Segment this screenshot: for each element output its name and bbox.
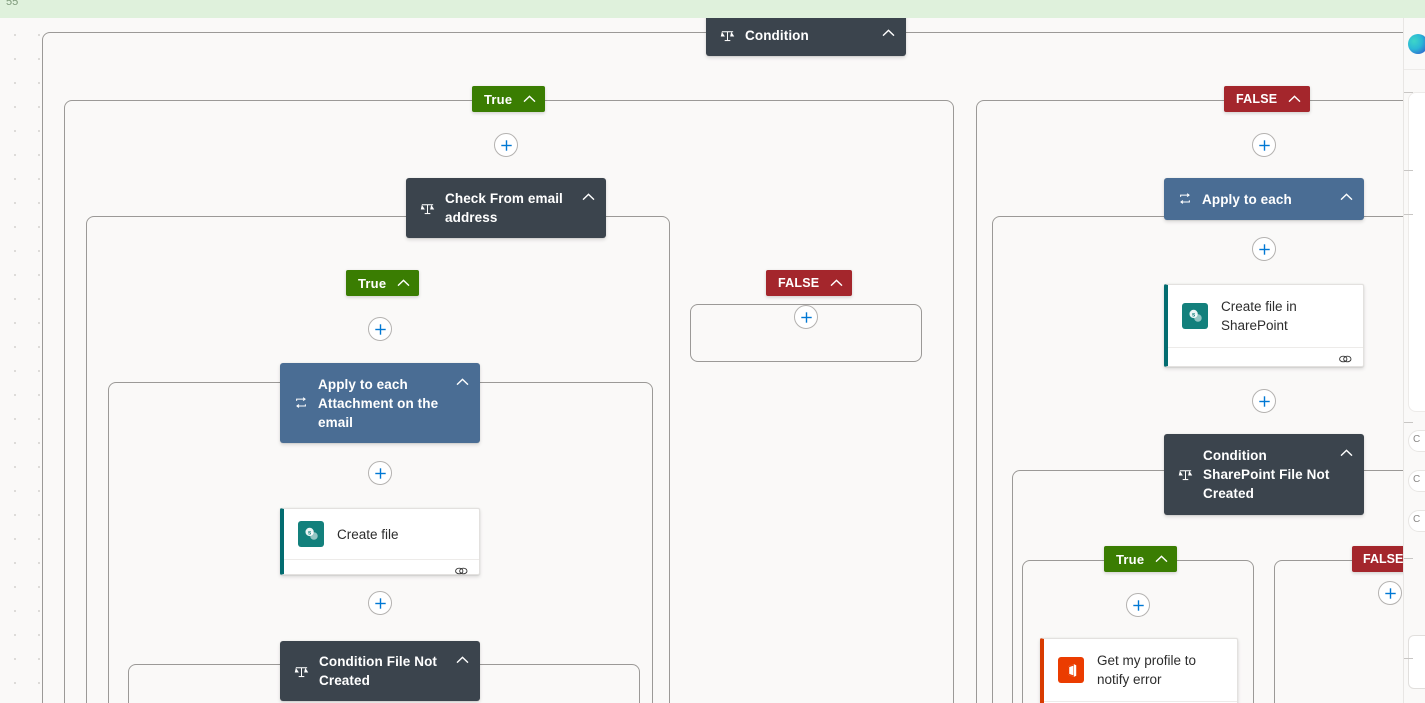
insert-step-button[interactable] bbox=[368, 317, 392, 341]
flow-canvas[interactable]: Condition True FALSE Check From email ad… bbox=[0, 18, 1403, 703]
side-panel-prompt-input[interactable] bbox=[1408, 635, 1425, 689]
panel-edge-tick bbox=[1404, 658, 1413, 660]
card-label: Create file in SharePoint bbox=[1221, 299, 1297, 333]
copilot-logo-icon bbox=[1408, 34, 1425, 54]
chevron-up-icon[interactable] bbox=[1340, 189, 1353, 204]
node-root-condition[interactable]: Condition bbox=[706, 18, 906, 56]
card-footer bbox=[1168, 347, 1363, 373]
suggestion-chip[interactable]: C bbox=[1408, 470, 1425, 492]
chevron-up-icon[interactable] bbox=[456, 652, 469, 667]
node-title-line1: Apply to each bbox=[318, 376, 408, 392]
branch-label: True bbox=[358, 275, 387, 291]
node-condition-file-not-created[interactable]: Condition File Not Created bbox=[280, 641, 480, 701]
sharepoint-icon: s bbox=[1182, 303, 1208, 329]
node-apply-to-each-attachment[interactable]: Apply to each Attachment on the email bbox=[280, 363, 480, 443]
branch-label: True bbox=[1116, 551, 1145, 567]
top-banner-text-left: 55 bbox=[6, 0, 19, 8]
branch-label: FALSE bbox=[1363, 552, 1403, 566]
node-check-from-email-address[interactable]: Check From email address bbox=[406, 178, 606, 238]
card-body: s Create file in SharePoint bbox=[1168, 285, 1363, 347]
card-create-file-in-sharepoint[interactable]: s Create file in SharePoint bbox=[1164, 284, 1364, 367]
chevron-up-icon[interactable] bbox=[1340, 445, 1353, 460]
insert-step-button[interactable] bbox=[794, 305, 818, 329]
loop-icon bbox=[1178, 192, 1192, 206]
card-label: Get my profile to notify error bbox=[1097, 653, 1197, 687]
branch-label: FALSE bbox=[778, 276, 820, 290]
node-title: Check From email address bbox=[445, 191, 563, 225]
condition-icon bbox=[1178, 467, 1193, 482]
svg-text:s: s bbox=[307, 529, 311, 536]
panel-edge-tick bbox=[1404, 92, 1413, 94]
node-apply-to-each[interactable]: Apply to each bbox=[1164, 178, 1364, 220]
side-panel-content-card bbox=[1408, 92, 1425, 412]
card-footer bbox=[284, 559, 479, 585]
insert-step-button[interactable] bbox=[494, 133, 518, 157]
insert-step-button[interactable] bbox=[1252, 133, 1276, 157]
suggestion-chip[interactable]: C bbox=[1408, 510, 1425, 532]
loop-icon bbox=[294, 396, 308, 410]
insert-step-button[interactable] bbox=[368, 591, 392, 615]
branch-pill-email-false[interactable]: FALSE bbox=[766, 270, 853, 296]
link-icon[interactable] bbox=[1338, 352, 1353, 370]
chevron-up-icon[interactable] bbox=[397, 279, 410, 287]
insert-step-button[interactable] bbox=[368, 461, 392, 485]
suggestion-chip-label: C bbox=[1413, 514, 1421, 525]
chevron-up-icon[interactable] bbox=[523, 95, 536, 103]
svg-text:s: s bbox=[1191, 311, 1195, 318]
card-create-file[interactable]: s Create file bbox=[280, 508, 480, 575]
insert-step-button[interactable] bbox=[1378, 581, 1402, 605]
node-title: Condition File Not Created bbox=[319, 654, 438, 688]
card-body: s Create file bbox=[284, 509, 479, 559]
node-title-line2: SharePoint File Not Created bbox=[1203, 467, 1330, 501]
chevron-up-icon[interactable] bbox=[830, 279, 843, 287]
branch-label: True bbox=[484, 91, 513, 107]
insert-step-button[interactable] bbox=[1252, 389, 1276, 413]
suggestion-chip-label: C bbox=[1413, 434, 1421, 445]
branch-pill-root-true[interactable]: True bbox=[472, 86, 546, 112]
office365-icon bbox=[1058, 657, 1084, 683]
chevron-up-icon[interactable] bbox=[582, 189, 595, 204]
flow-designer-screen: 55 Condition True FALSE Check From email… bbox=[0, 0, 1425, 703]
branch-label: FALSE bbox=[1236, 92, 1278, 106]
node-title-line1: Condition bbox=[1203, 448, 1267, 463]
chevron-up-icon[interactable] bbox=[882, 25, 895, 40]
suggestion-chip-label: C bbox=[1413, 474, 1421, 485]
top-banner-strip: 55 bbox=[0, 0, 1425, 18]
condition-icon bbox=[294, 664, 309, 679]
suggestion-chip[interactable]: C bbox=[1408, 430, 1425, 452]
card-body: Get my profile to notify error bbox=[1044, 639, 1237, 701]
node-condition-sharepoint-file-not-created[interactable]: Condition SharePoint File Not Created bbox=[1164, 434, 1364, 515]
branch-pill-sharepoint-false[interactable]: FALSE bbox=[1352, 546, 1403, 572]
card-get-my-profile-to-notify-error[interactable]: Get my profile to notify error bbox=[1040, 638, 1238, 703]
insert-step-button[interactable] bbox=[1252, 237, 1276, 261]
condition-icon bbox=[420, 201, 435, 216]
node-title-line2: Attachment on the email bbox=[318, 395, 439, 430]
chevron-up-icon[interactable] bbox=[1288, 95, 1301, 103]
chevron-up-icon[interactable] bbox=[456, 374, 469, 389]
condition-icon bbox=[720, 28, 735, 43]
panel-edge-tick bbox=[1404, 558, 1413, 560]
panel-edge-tick bbox=[1404, 214, 1413, 216]
card-label: Create file bbox=[337, 526, 399, 542]
sharepoint-icon: s bbox=[298, 521, 324, 547]
copilot-side-panel[interactable]: C C C bbox=[1403, 18, 1425, 703]
link-icon[interactable] bbox=[454, 564, 469, 582]
branch-pill-root-false[interactable]: FALSE bbox=[1224, 86, 1311, 112]
panel-edge-tick bbox=[1404, 170, 1413, 172]
panel-edge-tick bbox=[1404, 422, 1413, 424]
chevron-up-icon[interactable] bbox=[1155, 555, 1168, 563]
insert-step-button[interactable] bbox=[1126, 593, 1150, 617]
branch-pill-sharepoint-true[interactable]: True bbox=[1104, 546, 1178, 572]
branch-pill-email-true[interactable]: True bbox=[346, 270, 420, 296]
